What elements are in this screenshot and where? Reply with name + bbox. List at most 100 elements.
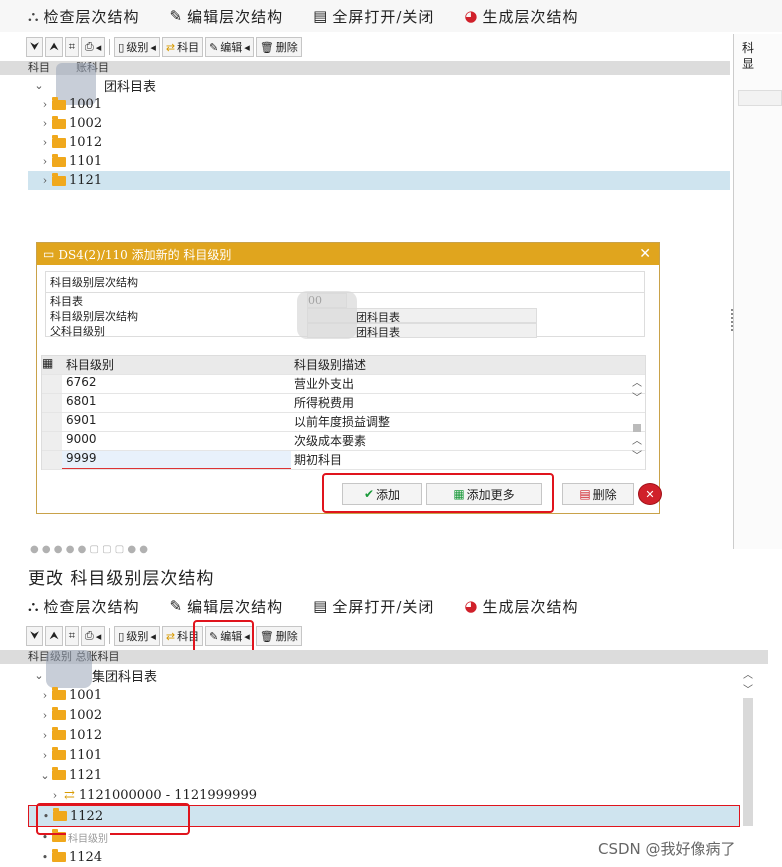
delete-button[interactable]: 🗑 删除 <box>255 37 302 57</box>
check-icon: ⛬ <box>28 597 40 615</box>
watermark: CSDN @我好像病了 <box>598 840 736 858</box>
table-scrollbar[interactable]: ︿ ﹀ ︿ ﹀ <box>631 374 643 464</box>
printer-icon: ⎙ <box>84 629 94 642</box>
tree-root[interactable]: ⌄ 集团科目表 <box>28 666 740 685</box>
dialog-titlebar: ▭ DS4(2)/110 添加新的 科目级别 ✕ <box>37 243 659 265</box>
tree-item[interactable]: › 1002 <box>28 114 730 133</box>
tree-item[interactable]: ⌄ 1121 <box>28 765 740 785</box>
table-row[interactable]: 9000 次级成本要素 <box>42 432 645 451</box>
tree-item-selected[interactable]: › 1121 <box>28 171 730 190</box>
check-hierarchy-button[interactable]: ⛬ 检查层次结构 <box>28 6 140 27</box>
tree-item-range[interactable]: › ⇄ 1121000000 - 1121999999 <box>28 785 740 805</box>
check-hierarchy-button[interactable]: ⛬ 检查层次结构 <box>28 596 140 617</box>
collapse-icon: ⮝ <box>49 629 59 642</box>
scroll-up-icon[interactable]: ︿ <box>741 666 755 681</box>
scroll-thumb[interactable] <box>633 424 641 432</box>
separator <box>109 39 111 55</box>
separator <box>109 628 111 644</box>
table-row[interactable]: 6901 以前年度损益调整 <box>42 413 645 432</box>
table-row[interactable]: 6801 所得税费用 <box>42 394 645 413</box>
expand-icon: ⮟ <box>30 629 40 642</box>
edit-hierarchy-button[interactable]: ✎ 编辑层次结构 <box>170 596 284 617</box>
splitter-handle[interactable] <box>731 309 737 331</box>
account-icon: ⇄ <box>165 629 176 643</box>
table-row[interactable]: 9999 期初科目 <box>42 451 645 470</box>
pie-icon: ◕ <box>464 597 479 615</box>
chevron-right-icon: › <box>42 174 48 187</box>
pencil-icon: ✎ <box>169 7 184 25</box>
level-input[interactable]: 9999 <box>62 451 291 469</box>
table-settings-icon[interactable]: ▦ <box>42 356 62 374</box>
tree-item[interactable]: › 1012 <box>28 725 740 745</box>
tree-item[interactable]: › 1001 <box>28 685 740 705</box>
level-button[interactable]: ▯ 级别 ◂ <box>114 37 160 57</box>
folder-icon <box>52 134 66 148</box>
fullscreen-button[interactable]: ▤ 全屏打开/关闭 <box>313 596 434 617</box>
tooltip: 科目级别 <box>66 830 110 845</box>
page-title: 更改 科目级别层次结构 <box>28 569 215 589</box>
delete-button[interactable]: 🗑 删除 <box>255 626 302 646</box>
delete-row-button[interactable]: ▤ 删除 <box>562 483 634 505</box>
chevron-down-icon: ⌄ <box>40 768 50 782</box>
tree-item[interactable]: › 1101 <box>28 745 740 765</box>
tree-root[interactable]: ⌄ 团科目表 <box>28 76 730 95</box>
generate-hierarchy-button[interactable]: ◕ 生成层次结构 <box>464 596 578 617</box>
account-button[interactable]: ⇄ 科目 <box>161 37 204 57</box>
tree-item[interactable]: › 1002 <box>28 705 740 725</box>
trash-icon: 🗑 <box>259 40 274 54</box>
scroll-up-icon[interactable]: ︿ <box>631 432 643 447</box>
scroll-up-icon[interactable]: ︿ <box>631 374 643 389</box>
folder-icon <box>52 687 66 700</box>
collapse-icon: ⮝ <box>49 40 59 53</box>
find-button[interactable]: ⌗ <box>64 37 79 57</box>
expand-all-button[interactable]: ⮟ <box>26 37 44 57</box>
scroll-down-icon[interactable]: ﹀ <box>631 389 643 404</box>
right-panel-field[interactable] <box>738 90 782 106</box>
binoculars-icon: ⌗ <box>68 40 75 53</box>
scroll-down-icon[interactable]: ﹀ <box>631 447 643 462</box>
table-row[interactable]: 6762 营业外支出 <box>42 375 645 394</box>
generate-hierarchy-button[interactable]: ◕ 生成层次结构 <box>464 6 578 27</box>
folder-icon <box>52 849 66 862</box>
pencil-icon: ✎ <box>209 40 219 54</box>
print-button[interactable]: ⎙ ◂ <box>80 626 106 646</box>
highlight-box <box>36 803 190 835</box>
chevron-right-icon: › <box>42 688 48 702</box>
expand-all-button[interactable]: ⮟ <box>26 626 44 646</box>
find-button[interactable]: ⌗ <box>64 626 79 646</box>
lower-scrollbar[interactable]: ︿ ﹀ <box>741 666 755 836</box>
window-icon: ▤ <box>313 597 329 615</box>
right-panel: 科 显 <box>731 34 782 549</box>
new-doc-icon: ▯ <box>118 40 125 54</box>
tree-toolbar: ⮟ ⮝ ⌗ ⎙ ◂ ▯ 级别 ◂ ⇄ 科目 ✎ 编辑 ◂ 🗑 删除 <box>0 36 756 58</box>
chevron-right-icon: › <box>42 728 48 742</box>
edit-hierarchy-button[interactable]: ✎ 编辑层次结构 <box>170 6 284 27</box>
chevron-right-icon: › <box>42 117 48 130</box>
print-button[interactable]: ⎙ ◂ <box>80 37 106 57</box>
close-icon[interactable]: ✕ <box>639 246 651 262</box>
tree-header: 科目级别 总账科目 <box>0 650 768 664</box>
level-table: ▦ 科目级别 科目级别描述 6762 营业外支出 6801 所得税费用 6901 以前… <box>41 355 646 470</box>
collapse-all-button[interactable]: ⮝ <box>45 37 63 57</box>
edit-button[interactable]: ✎ 编辑 ◂ <box>205 37 254 57</box>
expand-icon: ⮟ <box>30 40 40 53</box>
lower-tree-toolbar: ⮟ ⮝ ⌗ ⎙ ◂ ▯ 级别 ◂ ⇄ 科目 ✎ 编辑 ◂ 🗑 删除 <box>0 625 766 647</box>
fullscreen-button[interactable]: ▤ 全屏打开/关闭 <box>313 6 434 27</box>
highlight-box <box>322 473 554 513</box>
delete-row-icon: ▤ <box>579 487 591 501</box>
status-strip: ● ● ● ● ● ▢ ▢ ▢ ● ● <box>30 544 149 554</box>
tree-item[interactable]: › 1012 <box>28 133 730 152</box>
trash-icon: 🗑 <box>259 629 274 643</box>
scroll-down-icon[interactable]: ﹀ <box>741 681 755 696</box>
tree-item[interactable]: › 1101 <box>28 152 730 171</box>
top-toolbar: ⛬ 检查层次结构 ✎ 编辑层次结构 ▤ 全屏打开/关闭 ◕ 生成层次结构 <box>0 0 782 32</box>
collapse-all-button[interactable]: ⮝ <box>45 626 63 646</box>
folder-icon <box>52 96 66 110</box>
folder-icon <box>52 115 66 129</box>
tree-item[interactable]: › 1001 <box>28 95 730 114</box>
scroll-thumb[interactable] <box>743 698 753 826</box>
chevron-right-icon: › <box>42 98 48 111</box>
cancel-icon[interactable]: ✕ <box>638 483 662 505</box>
new-doc-icon: ▯ <box>118 629 125 643</box>
level-button[interactable]: ▯ 级别 ◂ <box>114 626 160 646</box>
